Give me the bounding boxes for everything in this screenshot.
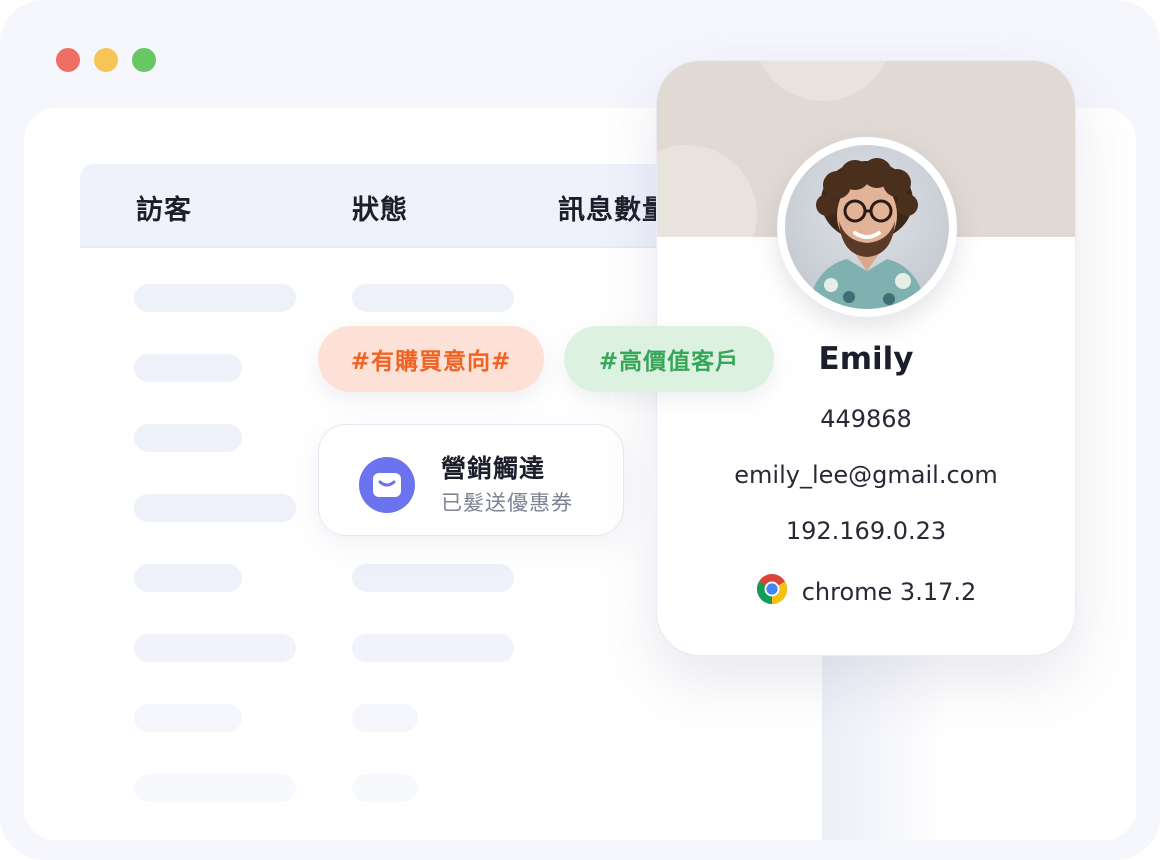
notice-subtitle: 已髮送優惠券 <box>441 491 573 515</box>
maximize-window-button[interactable] <box>132 48 156 72</box>
chrome-icon <box>756 573 788 611</box>
skeleton-cell <box>134 564 242 592</box>
skeleton-cell <box>134 634 296 662</box>
skeleton-cell <box>134 424 242 452</box>
column-header-status[interactable]: 狀態 <box>352 188 408 227</box>
minimize-window-button[interactable] <box>94 48 118 72</box>
skeleton-cell <box>352 774 418 802</box>
tag-purchase-intent[interactable]: #有購買意向# <box>318 326 544 392</box>
skeleton-cell <box>134 774 296 802</box>
column-header-visitor[interactable]: 訪客 <box>136 188 192 227</box>
skeleton-cell <box>352 564 514 592</box>
marketing-notice-card[interactable]: 營銷觸達 已髮送優惠券 <box>318 424 624 536</box>
card-shadow <box>822 648 942 840</box>
tag-high-value-customer[interactable]: #高價值客戶 <box>564 326 774 392</box>
skeleton-cell <box>352 634 514 662</box>
profile-email[interactable]: emily_lee@gmail.com <box>657 461 1075 489</box>
avatar-photo <box>785 145 949 309</box>
banner-decoration <box>753 61 893 101</box>
notice-title: 營銷觸達 <box>441 454 546 483</box>
close-window-button[interactable] <box>56 48 80 72</box>
mail-icon <box>359 457 415 513</box>
profile-browser: chrome 3.17.2 <box>657 573 1075 611</box>
skeleton-cell <box>134 354 242 382</box>
skeleton-cell <box>352 704 418 732</box>
app-window: 訪客 狀態 訊息數量 #有購買意向# 營銷觸達 已髮送優惠券 Emily 449… <box>0 0 1160 860</box>
banner-decoration <box>657 145 757 237</box>
avatar[interactable] <box>777 137 957 317</box>
skeleton-cell <box>134 284 296 312</box>
skeleton-cell <box>134 494 296 522</box>
window-controls <box>56 48 156 72</box>
profile-ip: 192.169.0.23 <box>785 517 947 545</box>
skeleton-cell <box>352 284 514 312</box>
table-header: 訪客 狀態 訊息數量 <box>80 164 700 248</box>
browser-version: chrome 3.17.2 <box>801 578 977 606</box>
column-header-message-count[interactable]: 訊息數量 <box>558 188 670 227</box>
profile-id: 449868 <box>820 405 912 433</box>
skeleton-cell <box>134 704 242 732</box>
